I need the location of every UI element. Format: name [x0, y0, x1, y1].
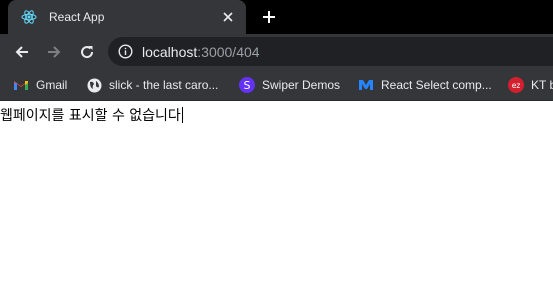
- bookmark-label: React Select comp...: [381, 78, 492, 92]
- back-button[interactable]: [11, 41, 33, 63]
- browser-chrome: React App localhost:3000/404 Gmail slick…: [0, 0, 553, 101]
- plus-icon: [263, 11, 275, 23]
- bookmark-label: KT b: [531, 78, 553, 92]
- bookmark-label: Gmail: [36, 78, 68, 92]
- react-icon: [21, 9, 37, 25]
- tab-title: React App: [49, 10, 105, 24]
- bookmark-slick[interactable]: slick - the last caro...: [86, 76, 218, 94]
- text-caret: [181, 107, 183, 123]
- swiper-icon: S: [239, 77, 255, 93]
- browser-tab[interactable]: React App: [8, 0, 246, 34]
- gmail-icon: [13, 77, 29, 93]
- url-text: localhost:3000/404: [142, 44, 260, 60]
- reload-button[interactable]: [76, 41, 98, 63]
- bookmark-swiper[interactable]: S Swiper Demos: [239, 76, 340, 94]
- error-message: 웹페이지를 표시할 수 없습니다: [0, 105, 183, 125]
- toolbar: localhost:3000/404: [0, 34, 553, 69]
- tab-strip: React App: [0, 0, 553, 34]
- svg-text:ez: ez: [512, 81, 521, 90]
- error-message-text: 웹페이지를 표시할 수 없습니다: [0, 108, 181, 124]
- bookmarks-bar: Gmail slick - the last caro... S Swiper …: [0, 69, 553, 101]
- info-icon[interactable]: [118, 44, 133, 59]
- close-tab-icon[interactable]: [219, 8, 237, 26]
- bookmark-gmail[interactable]: Gmail: [13, 76, 67, 94]
- url-path: :3000/404: [197, 43, 260, 60]
- bookmark-kt[interactable]: ez KT b: [508, 76, 553, 94]
- bookmark-label: slick - the last caro...: [109, 78, 219, 92]
- bookmark-react-select[interactable]: React Select comp...: [358, 76, 492, 94]
- globe-icon: [86, 77, 102, 93]
- bookmark-label: Swiper Demos: [262, 78, 341, 92]
- forward-button[interactable]: [43, 41, 65, 63]
- react-select-icon: [358, 77, 374, 93]
- svg-text:S: S: [244, 79, 251, 92]
- new-tab-button[interactable]: [259, 7, 279, 27]
- arrow-right-icon: [48, 46, 61, 58]
- url-host: localhost: [142, 43, 198, 60]
- arrow-left-icon: [15, 46, 28, 58]
- reload-icon: [81, 46, 94, 59]
- ez-icon: ez: [508, 77, 524, 93]
- page-content: 웹페이지를 표시할 수 없습니다: [0, 101, 553, 281]
- address-bar[interactable]: localhost:3000/404: [108, 37, 553, 66]
